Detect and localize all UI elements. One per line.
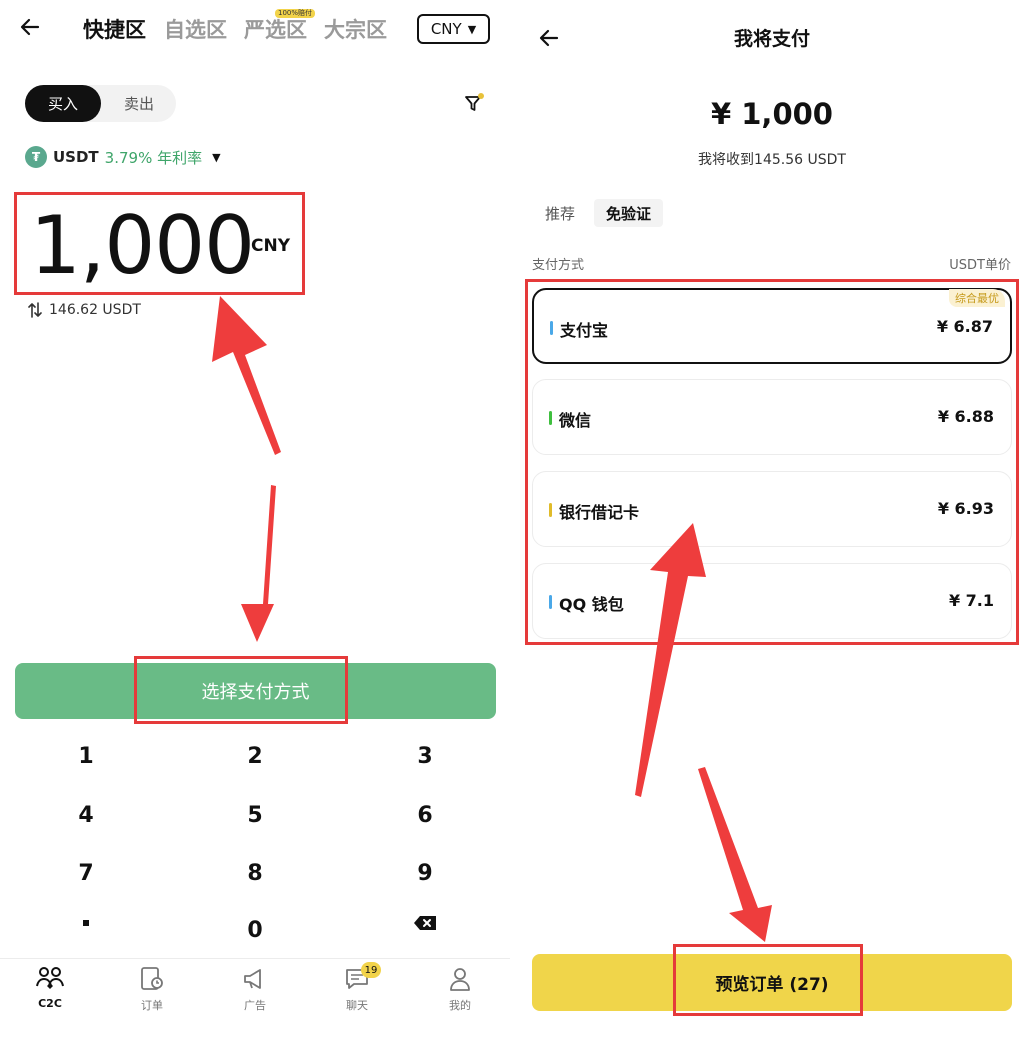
alipay-color-bar bbox=[550, 321, 553, 335]
order-icon bbox=[138, 965, 166, 993]
coin-selector[interactable]: ₮ USDT 3.79% 年利率 ▼ bbox=[25, 145, 221, 169]
tab-selected-zone[interactable]: 严选区 bbox=[244, 14, 307, 44]
method-alipay[interactable]: 综合最优 支付宝 ¥ 6.87 bbox=[532, 288, 1012, 364]
key-decimal[interactable] bbox=[26, 901, 146, 945]
preview-button-highlight-box bbox=[673, 944, 863, 1016]
buy-button[interactable]: 买入 bbox=[25, 85, 101, 122]
method-price: ¥ 6.87 bbox=[936, 317, 993, 336]
coin-apr: 3.79% 年利率 bbox=[104, 148, 203, 167]
method-qq-wallet[interactable]: QQ 钱包 ¥ 7.1 bbox=[532, 563, 1012, 639]
key-3[interactable]: 3 bbox=[365, 734, 485, 778]
currency-select[interactable]: CNY ▼ bbox=[417, 14, 490, 44]
nav-orders-label: 订单 bbox=[141, 999, 163, 1012]
tab-recommend[interactable]: 推荐 bbox=[535, 199, 585, 227]
chat-icon: 19 bbox=[343, 962, 381, 993]
key-6[interactable]: 6 bbox=[365, 793, 485, 837]
people-icon bbox=[36, 965, 64, 993]
tab-express-zone[interactable]: 快捷区 bbox=[83, 14, 146, 44]
wechat-color-bar bbox=[549, 411, 552, 425]
usdt-logo-icon: ₮ bbox=[25, 146, 47, 168]
best-overall-badge: 综合最优 bbox=[949, 289, 1005, 307]
nav-orders[interactable]: 订单 bbox=[101, 965, 203, 1025]
method-price: ¥ 6.88 bbox=[937, 407, 994, 426]
nav-profile-label: 我的 bbox=[449, 999, 471, 1012]
method-name: 银行借记卡 bbox=[559, 503, 640, 522]
nav-c2c[interactable]: C2C bbox=[0, 965, 101, 1025]
column-header-method: 支付方式 bbox=[532, 258, 585, 273]
chat-unread-badge: 19 bbox=[361, 962, 381, 978]
nav-chat[interactable]: 19 聊天 bbox=[306, 962, 408, 1025]
key-5[interactable]: 5 bbox=[195, 793, 315, 837]
nav-ads-label: 广告 bbox=[244, 999, 266, 1012]
method-price: ¥ 6.93 bbox=[937, 499, 994, 518]
key-7[interactable]: 7 bbox=[26, 851, 146, 895]
backspace-icon bbox=[414, 916, 436, 930]
key-0[interactable]: 0 bbox=[195, 908, 315, 952]
nav-ads[interactable]: 广告 bbox=[204, 965, 306, 1025]
method-bank-card[interactable]: 银行借记卡 ¥ 6.93 bbox=[532, 471, 1012, 547]
chevron-down-icon: ▼ bbox=[467, 22, 477, 36]
tab-no-verification[interactable]: 免验证 bbox=[594, 199, 663, 227]
method-name: 微信 bbox=[559, 411, 592, 430]
page-title: 我将支付 bbox=[733, 28, 810, 50]
nav-profile[interactable]: 我的 bbox=[409, 965, 511, 1025]
method-name: QQ 钱包 bbox=[559, 595, 624, 614]
key-backspace[interactable] bbox=[365, 901, 485, 945]
nav-c2c-label: C2C bbox=[38, 997, 62, 1010]
column-header-price: USDT单价 bbox=[949, 258, 1011, 273]
currency-select-value: CNY bbox=[430, 20, 462, 38]
buy-sell-toggle: 买入 卖出 bbox=[25, 85, 176, 122]
bank-card-color-bar bbox=[549, 503, 552, 517]
conversion-value: 146.62 USDT bbox=[49, 302, 141, 318]
chevron-down-icon: ▼ bbox=[212, 150, 221, 164]
pay-amount: ¥ 1,000 bbox=[710, 97, 833, 131]
coin-name: USDT bbox=[53, 148, 99, 166]
amount-highlight-box bbox=[14, 192, 305, 295]
tab-bulk-zone[interactable]: 大宗区 bbox=[324, 14, 387, 44]
person-icon bbox=[446, 965, 474, 993]
qq-wallet-color-bar bbox=[549, 595, 552, 609]
sell-button[interactable]: 卖出 bbox=[101, 85, 177, 122]
guarantee-badge: 100%赔付 bbox=[275, 9, 316, 18]
payment-method-panel: 我将支付 ¥ 1,000 我将收到145.56 USDT 推荐 免验证 支付方式… bbox=[515, 0, 1029, 1041]
tab-favorites-zone[interactable]: 自选区 bbox=[164, 14, 227, 44]
key-1[interactable]: 1 bbox=[26, 734, 146, 778]
c2c-express-panel: 快捷区 自选区 严选区 100%赔付 大宗区 CNY ▼ 买入 卖出 ₮ USD… bbox=[0, 0, 510, 1041]
key-8[interactable]: 8 bbox=[195, 851, 315, 895]
receive-amount: 我将收到145.56 USDT bbox=[698, 152, 846, 168]
bottom-nav: C2C 订单 广告 19 聊天 我的 bbox=[0, 958, 510, 1041]
pay-button-highlight-box bbox=[134, 656, 348, 724]
back-arrow-icon[interactable] bbox=[20, 16, 40, 42]
method-price: ¥ 7.1 bbox=[948, 591, 994, 610]
nav-chat-label: 聊天 bbox=[346, 999, 368, 1012]
filter-icon[interactable] bbox=[463, 92, 485, 114]
method-name: 支付宝 bbox=[560, 321, 609, 340]
key-4[interactable]: 4 bbox=[26, 793, 146, 837]
megaphone-icon bbox=[241, 965, 269, 993]
key-2[interactable]: 2 bbox=[195, 734, 315, 778]
decimal-dot-icon bbox=[83, 920, 89, 926]
swap-icon[interactable] bbox=[28, 302, 42, 318]
conversion-row: 146.62 USDT bbox=[28, 302, 141, 318]
key-9[interactable]: 9 bbox=[365, 851, 485, 895]
method-wechat[interactable]: 微信 ¥ 6.88 bbox=[532, 379, 1012, 455]
